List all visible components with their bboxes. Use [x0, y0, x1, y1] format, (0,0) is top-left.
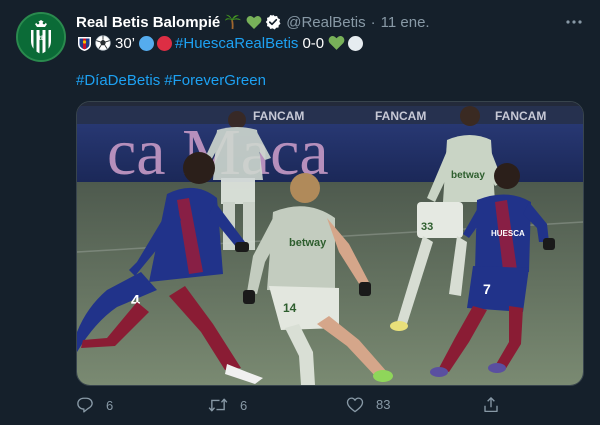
- red-circle-icon: [157, 35, 173, 51]
- reply-button[interactable]: 6: [76, 396, 113, 414]
- avatar[interactable]: RB: [16, 12, 66, 62]
- reply-icon: [77, 397, 93, 413]
- tweet-timestamp[interactable]: 11 ene.: [381, 14, 430, 31]
- tweet-text-line-2: #DíaDeBetis #ForeverGreen: [76, 70, 266, 90]
- sponsor-text: betway: [289, 237, 327, 249]
- betis-crest-icon: RB: [18, 14, 64, 60]
- tweet-text-line-1: 30’ #HuescaRealBetis 0-0: [76, 33, 366, 53]
- share-button[interactable]: [482, 396, 500, 414]
- player-number: 33: [421, 221, 433, 233]
- sponsor-text: betway: [451, 170, 485, 181]
- soccer-ball-icon: [95, 35, 111, 51]
- blue-circle-icon: [139, 35, 155, 51]
- match-minute: 30’: [115, 34, 136, 52]
- user-handle[interactable]: @RealBetis: [286, 14, 365, 31]
- ad-text: FANCAM: [375, 109, 426, 123]
- tweet-actions-bar: 6 6 83: [76, 396, 584, 420]
- hashtag-link[interactable]: #DíaDeBetis: [76, 72, 160, 89]
- tweet-header: Real Betis Balompié @RealBetis · 11 ene.: [76, 12, 430, 32]
- green-heart-icon: [328, 35, 345, 51]
- separator-dot: ·: [370, 13, 376, 31]
- like-button[interactable]: 83: [346, 396, 390, 413]
- huesca-crest-icon: [76, 35, 93, 52]
- hashtag-link[interactable]: #ForeverGreen: [164, 72, 266, 89]
- palm-tree-icon: [225, 14, 241, 30]
- tweet[interactable]: RB Real Betis Balompié @RealBetis · 11 e…: [0, 0, 600, 425]
- hashtag-link[interactable]: #HuescaRealBetis: [175, 35, 298, 52]
- ad-text: FANCAM: [253, 109, 304, 123]
- retweet-button[interactable]: 6: [208, 396, 247, 414]
- green-heart-icon: [246, 15, 262, 30]
- player-number: 14: [283, 301, 297, 315]
- match-score: 0-0: [302, 34, 325, 52]
- white-circle-icon: [348, 35, 364, 51]
- verified-badge-icon: [265, 14, 281, 30]
- more-options-icon[interactable]: [564, 12, 584, 32]
- retweet-count: 6: [240, 397, 248, 413]
- reply-count: 6: [106, 397, 114, 413]
- ad-text: FANCAM: [495, 109, 546, 123]
- like-count: 83: [376, 397, 391, 412]
- player-number: 7: [483, 281, 491, 297]
- heart-icon: [346, 397, 364, 413]
- sponsor-text: HUESCA: [491, 229, 525, 238]
- tweet-media-photo[interactable]: ca Maca FANCAM FANCAM FANCAM: [76, 101, 584, 386]
- retweet-icon: [208, 398, 228, 412]
- display-name[interactable]: Real Betis Balompié: [76, 14, 220, 31]
- svg-text:RB: RB: [37, 36, 46, 42]
- share-icon: [484, 397, 498, 413]
